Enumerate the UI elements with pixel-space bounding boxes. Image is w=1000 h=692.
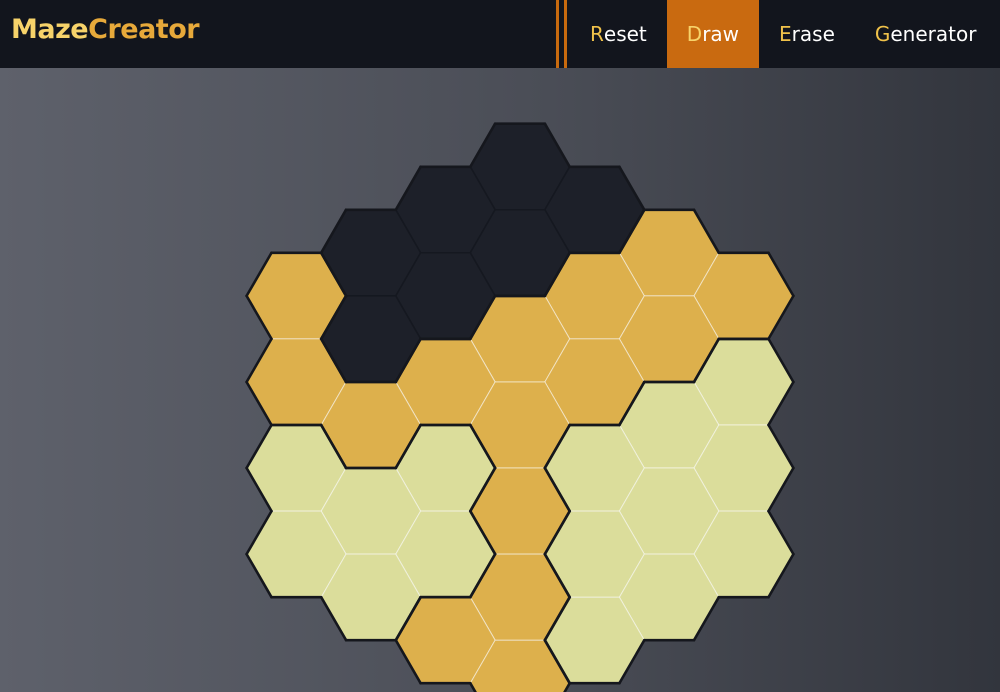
reset-label-initial: R xyxy=(590,22,604,46)
erase-button[interactable]: Erase xyxy=(759,0,855,68)
generator-button[interactable]: Generator xyxy=(855,0,997,68)
generator-label-initial: G xyxy=(874,22,891,46)
draw-button[interactable]: Draw xyxy=(666,0,760,68)
main-nav: Reset Draw Erase Generator xyxy=(570,0,996,68)
logo-text-creator: Creator xyxy=(88,14,200,45)
app-logo[interactable]: MazeCreator xyxy=(11,14,200,45)
generator-label: enerator xyxy=(890,22,977,46)
maze-canvas[interactable] xyxy=(0,68,1000,692)
nav-separator xyxy=(556,0,559,68)
reset-button[interactable]: Reset xyxy=(570,0,667,68)
logo-text-maze: Maze xyxy=(11,14,89,45)
nav-separator xyxy=(564,0,567,68)
draw-label-initial: D xyxy=(686,22,703,46)
top-bar: MazeCreator Reset Draw Erase Generator xyxy=(0,0,1000,68)
reset-label: eset xyxy=(603,22,647,46)
erase-label: rase xyxy=(791,22,835,46)
draw-label: raw xyxy=(702,22,740,46)
hex-maze-grid[interactable] xyxy=(0,68,1000,692)
erase-label-initial: E xyxy=(779,22,792,46)
